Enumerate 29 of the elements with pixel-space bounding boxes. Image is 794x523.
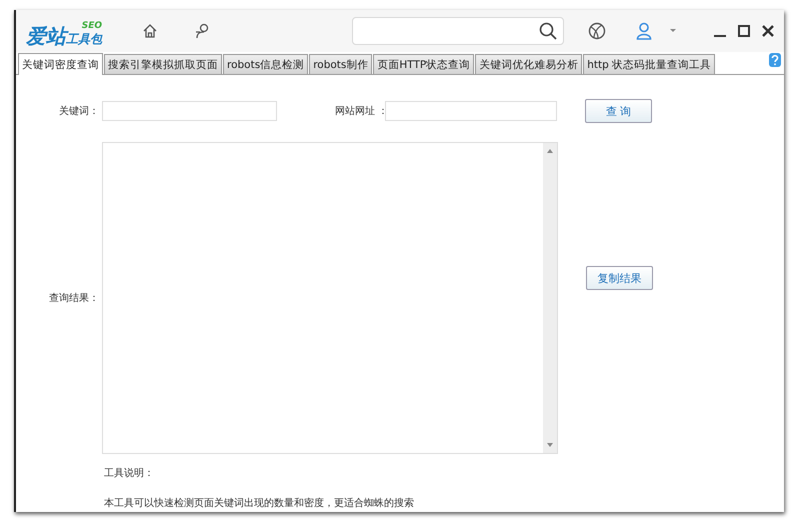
tab[interactable]: 关键词优化难易分析 (475, 54, 582, 74)
tab[interactable]: 关键词密度查询 (18, 53, 103, 75)
tab[interactable]: robots制作 (309, 54, 372, 74)
user-icon[interactable] (636, 22, 652, 40)
tab[interactable]: http 状态码批量查询工具 (583, 54, 716, 74)
scroll-up-icon[interactable] (547, 149, 553, 153)
copy-result-button[interactable]: 复制结果 (586, 266, 653, 290)
search-icon[interactable] (539, 22, 557, 40)
keyword-field[interactable] (102, 101, 277, 121)
search-field[interactable] (352, 17, 564, 45)
query-button[interactable]: 查 询 (585, 99, 652, 123)
url-field[interactable] (385, 101, 557, 121)
scroll-down-icon[interactable] (547, 443, 553, 447)
scrollbar[interactable] (543, 143, 557, 453)
keyword-label: 关键词： (58, 104, 99, 118)
tab[interactable]: 搜索引擎模拟抓取页面 (104, 54, 222, 74)
maximize-icon[interactable] (738, 25, 750, 37)
result-label: 查询结果： (48, 292, 99, 305)
basketball-icon[interactable] (588, 22, 606, 40)
url-label: 网站网址 ： (335, 104, 383, 118)
tab[interactable]: robots信息检测 (223, 54, 308, 74)
notes-title: 工具说明： (104, 467, 155, 480)
caret-icon[interactable] (670, 29, 676, 33)
notes-text: 本工具可以快速检测页面关键词出现的数量和密度，更适合蜘蛛的搜索 (104, 496, 415, 510)
home-icon[interactable] (142, 23, 158, 39)
tab[interactable]: 页面HTTP状态查询 (373, 54, 474, 74)
close-icon[interactable] (762, 25, 774, 37)
help-icon[interactable] (769, 53, 781, 67)
seo-label: SEO (82, 22, 102, 30)
